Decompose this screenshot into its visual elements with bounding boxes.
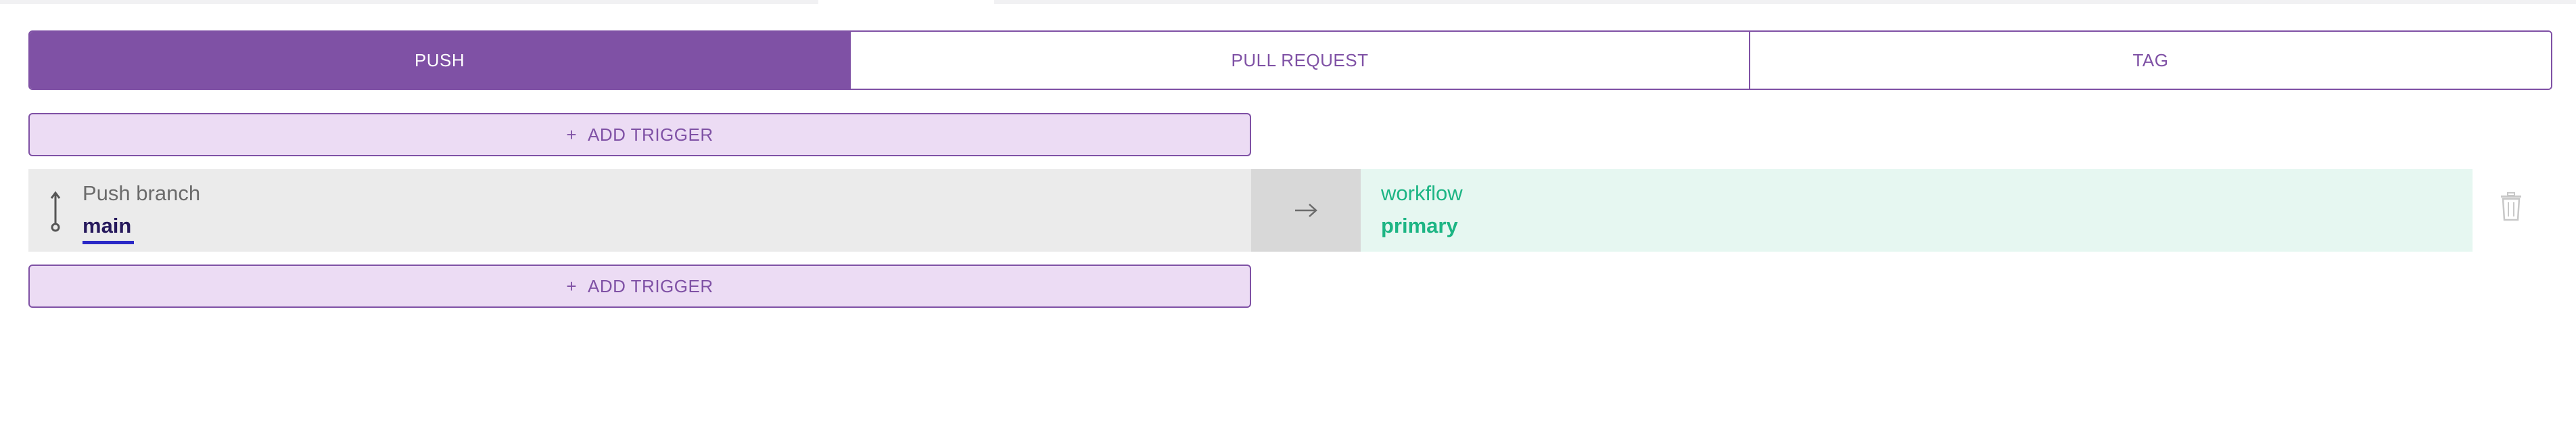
trigger-type-tabs: PUSH PULL REQUEST TAG	[28, 30, 2552, 90]
tab-push[interactable]: PUSH	[30, 32, 849, 89]
plus-icon: +	[566, 124, 578, 145]
add-trigger-label: ADD TRIGGER	[588, 124, 713, 145]
add-trigger-label: ADD TRIGGER	[588, 275, 713, 296]
tab-tag[interactable]: TAG	[1749, 32, 2551, 89]
trigger-title: Push branch	[83, 181, 201, 205]
trigger-source: Push branch main	[28, 169, 1251, 252]
arrow-right-icon	[1251, 169, 1361, 252]
trash-icon[interactable]	[2500, 191, 2523, 221]
trigger-row: Push branch main workflow primary	[28, 169, 2473, 252]
add-trigger-button-bottom[interactable]: + ADD TRIGGER	[28, 265, 1251, 308]
add-trigger-button-top[interactable]: + ADD TRIGGER	[28, 113, 1251, 156]
target-name: primary	[1381, 214, 1458, 237]
top-edge	[0, 0, 2576, 4]
trigger-target: workflow primary	[1361, 169, 2473, 252]
plus-icon: +	[566, 275, 578, 296]
branch-name[interactable]: main	[83, 214, 135, 244]
tab-pull-request[interactable]: PULL REQUEST	[849, 32, 1749, 89]
push-icon	[50, 191, 61, 232]
target-type: workflow	[1381, 181, 1463, 205]
